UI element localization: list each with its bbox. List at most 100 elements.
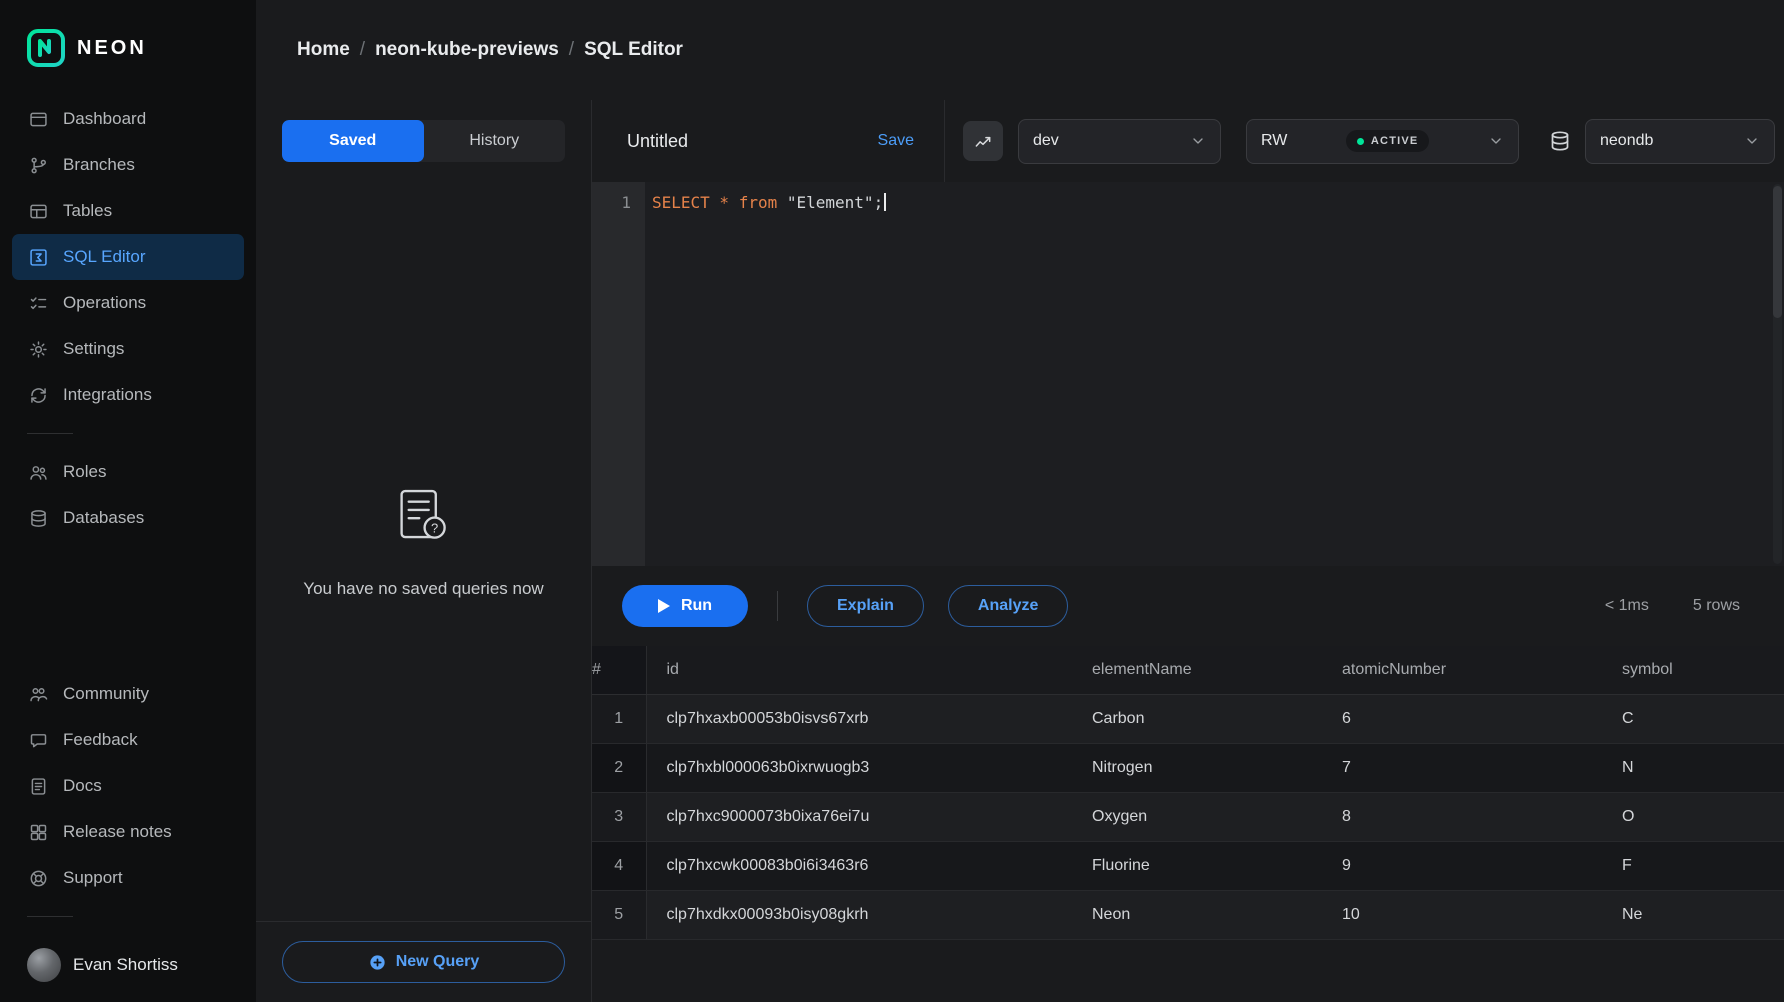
sidebar-item-label: Databases [63,508,144,528]
table-row: 4 clp7hxcwk00083b0i6i3463r6 Fluorine 9 F [592,841,1784,890]
cell-id: clp7hxbl000063b0ixrwuogb3 [646,743,1072,792]
sidebar-item-support[interactable]: Support [12,855,244,901]
column-header-symbol: symbol [1602,646,1784,694]
cell-id: clp7hxc9000073b0ixa76ei7u [646,792,1072,841]
sql-editor-icon [27,246,49,268]
table-row: 1 clp7hxaxb00053b0isvs67xrb Carbon 6 C [592,694,1784,743]
sidebar-item-settings[interactable]: Settings [12,326,244,372]
editor-scrollbar-track [1773,184,1782,564]
cell-index: 3 [592,792,646,841]
sidebar-item-feedback[interactable]: Feedback [12,717,244,763]
branch-select[interactable]: dev [1018,119,1221,164]
branch-select-value: dev [1033,132,1059,150]
run-label: Run [681,597,712,615]
query-title-section: Untitled Save [592,100,945,182]
sidebar-item-tables[interactable]: Tables [12,188,244,234]
tab-saved[interactable]: Saved [282,120,424,162]
cell-atomicNumber: 9 [1322,841,1602,890]
sidebar-item-label: Feedback [63,730,138,750]
breadcrumb-project[interactable]: neon-kube-previews [375,39,559,61]
sidebar-item-label: Settings [63,339,124,359]
analyze-button[interactable]: Analyze [948,585,1068,627]
sidebar-item-docs[interactable]: Docs [12,763,244,809]
table-row: 3 clp7hxc9000073b0ixa76ei7u Oxygen 8 O [592,792,1784,841]
brand-wordmark: NEON [77,37,147,60]
query-row-count: 5 rows [1693,597,1740,615]
community-icon [27,683,49,705]
cell-index: 1 [592,694,646,743]
empty-state-text: You have no saved queries now [303,579,543,599]
tables-icon [27,200,49,222]
user-menu[interactable]: Evan Shortiss [0,932,256,984]
svg-text:?: ? [430,520,437,535]
tab-history[interactable]: History [424,120,566,162]
sidebar-item-operations[interactable]: Operations [12,280,244,326]
saved-queries-panel: Saved History ? You have no saved querie… [256,100,592,1002]
cell-atomicNumber: 8 [1322,792,1602,841]
explain-button[interactable]: Explain [807,585,924,627]
brand-logo[interactable]: NEON [0,24,256,96]
database-select[interactable]: neondb [1585,119,1775,164]
results-table: # id elementName atomicNumber symbol 1 c… [592,646,1784,940]
column-header-id: id [646,646,1072,694]
roles-icon [27,461,49,483]
chevron-down-icon [1744,133,1760,149]
editor-scrollbar-thumb[interactable] [1773,186,1782,318]
breadcrumb-page[interactable]: SQL Editor [584,39,683,61]
sidebar-item-label: Community [63,684,149,704]
code-editor: 1 SELECT * from "Element"; [592,182,1784,566]
cell-atomicNumber: 10 [1322,890,1602,939]
chevron-down-icon [1488,133,1504,149]
sidebar-item-label: Dashboard [63,109,146,129]
run-button[interactable]: Run [622,585,748,627]
cell-elementName: Carbon [1072,694,1322,743]
sidebar-spacer [0,541,256,671]
cell-elementName: Oxygen [1072,792,1322,841]
sidebar-item-community[interactable]: Community [12,671,244,717]
query-stats: < 1ms 5 rows [1605,597,1754,615]
action-divider [777,591,778,621]
table-header-row: # id elementName atomicNumber symbol [592,646,1784,694]
app-root: NEON Dashboard Branches Tables [0,0,1784,1002]
column-header-atomicNumber: atomicNumber [1322,646,1602,694]
line-number: 1 [592,191,631,215]
table-row: 2 clp7hxbl000063b0ixrwuogb3 Nitrogen 7 N [592,743,1784,792]
save-button[interactable]: Save [878,132,914,150]
sidebar-item-sql-editor[interactable]: SQL Editor [12,234,244,280]
content-area: Saved History ? You have no saved querie… [256,100,1784,1002]
breadcrumb-home[interactable]: Home [297,39,350,61]
compute-endpoint-select[interactable]: RW ACTIVE [1246,119,1519,164]
sidebar-item-dashboard[interactable]: Dashboard [12,96,244,142]
code-punctuation: ; [874,193,884,212]
breadcrumb-separator: / [569,39,574,61]
sidebar-nav: Dashboard Branches Tables SQL Editor [0,96,256,541]
branch-diagram-button[interactable] [963,121,1003,161]
cell-id: clp7hxcwk00083b0i6i3463r6 [646,841,1072,890]
user-name: Evan Shortiss [73,955,178,975]
sidebar-item-roles[interactable]: Roles [12,449,244,495]
sidebar-item-label: Operations [63,293,146,313]
query-title[interactable]: Untitled [627,131,688,152]
play-icon [658,599,670,613]
new-query-button[interactable]: New Query [282,941,565,983]
sidebar-footer-nav: Community Feedback Docs Release notes [0,671,256,901]
new-query-label: New Query [396,953,480,971]
query-duration: < 1ms [1605,597,1649,615]
database-select-value: neondb [1600,132,1653,150]
sql-input[interactable]: SELECT * from "Element"; [645,182,1784,566]
sidebar-item-label: SQL Editor [63,247,146,267]
sidebar-item-release-notes[interactable]: Release notes [12,809,244,855]
sidebar: NEON Dashboard Branches Tables [0,0,256,1002]
sidebar-item-integrations[interactable]: Integrations [12,372,244,418]
cell-id: clp7hxaxb00053b0isvs67xrb [646,694,1072,743]
integrations-icon [27,384,49,406]
query-action-bar: Run Explain Analyze < 1ms 5 rows [592,566,1784,646]
sql-editor-area: Untitled Save dev [592,100,1784,1002]
sidebar-item-branches[interactable]: Branches [12,142,244,188]
no-queries-icon: ? [391,484,457,555]
neon-logo-icon [26,28,66,68]
sidebar-item-databases[interactable]: Databases [12,495,244,541]
cell-elementName: Nitrogen [1072,743,1322,792]
code-string: "Element" [787,193,874,212]
cell-index: 2 [592,743,646,792]
